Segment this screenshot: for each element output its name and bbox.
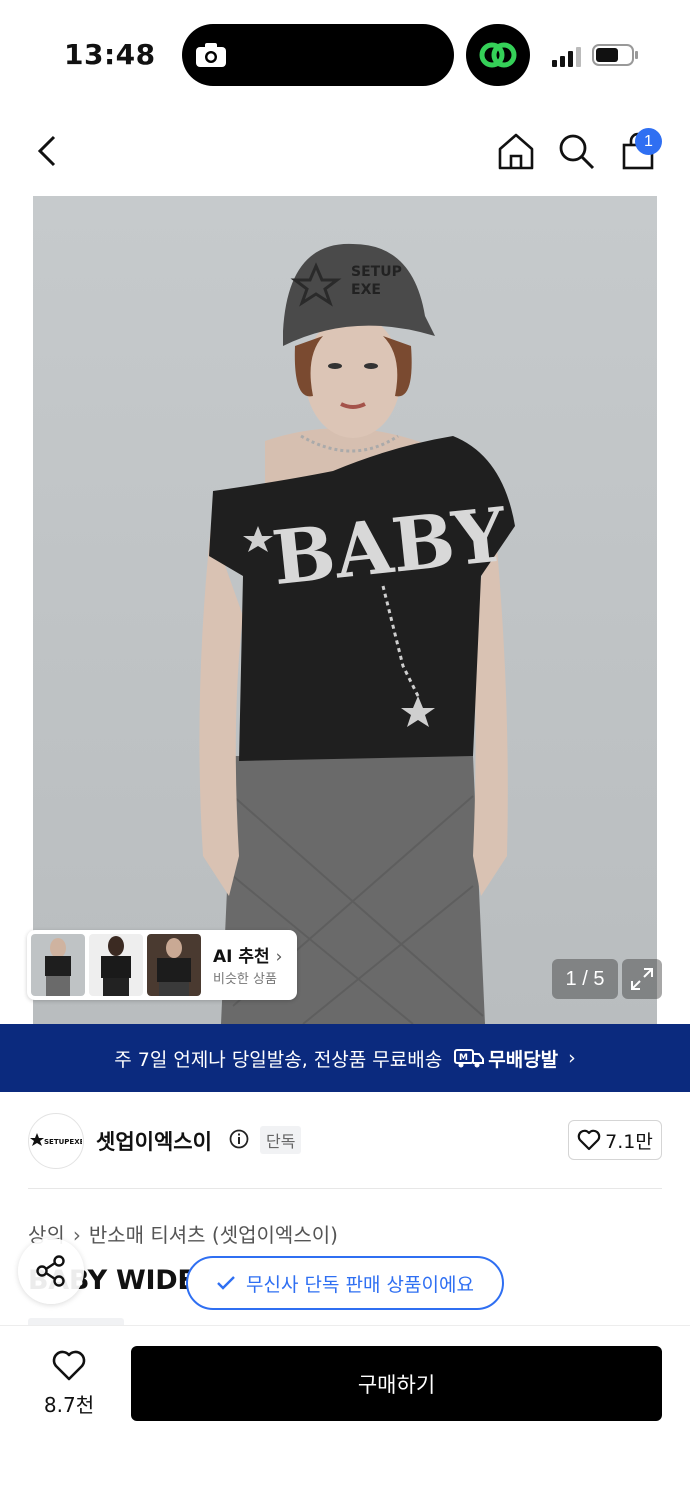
chevron-right-icon: › (275, 947, 283, 967)
search-icon (559, 134, 595, 170)
expand-button[interactable] (622, 959, 662, 999)
breadcrumb-item-2[interactable]: 반소매 티셔츠 (셋업이엑스이) (89, 1223, 338, 1247)
ai-recommend-subtitle: 비슷한 상품 (213, 972, 277, 987)
breadcrumb: 상의 › 반소매 티셔츠 (셋업이엑스이) (28, 1219, 338, 1248)
back-chevron-icon (37, 135, 56, 167)
chevron-right-icon: › (568, 1047, 576, 1069)
thumbnail-1[interactable] (31, 934, 85, 996)
check-icon (217, 1276, 235, 1290)
svg-text:M: M (459, 1053, 468, 1063)
exclusive-sale-text: 무신사 단독 판매 상품이에요 (246, 1273, 474, 1296)
exclusive-badge: 단독 (260, 1126, 302, 1154)
share-button[interactable] (18, 1238, 84, 1304)
shipping-banner[interactable]: 주 7일 언제나 당일발송, 전상품 무료배송 M 무배당발 › (0, 1024, 690, 1092)
banner-text: 주 7일 언제나 당일발송, 전상품 무료배송 (114, 1048, 443, 1071)
thumbnail-3[interactable] (147, 934, 201, 996)
cart-count-badge: 1 (635, 128, 662, 155)
expand-icon (631, 968, 653, 990)
brand-logo-mark: SETUPEXE (30, 1133, 82, 1146)
chevron-right-icon: › (72, 1223, 81, 1247)
svg-text:SETUP: SETUP (351, 264, 402, 280)
heart-icon (52, 1350, 86, 1381)
cellular-signal-icon (552, 47, 581, 67)
delivery-logo-text: 무배당발 (488, 1048, 559, 1071)
home-icon (498, 133, 534, 170)
heart-icon (577, 1129, 601, 1151)
delivery-logo: M 무배당발 (454, 1045, 558, 1072)
app-indicator (466, 24, 530, 86)
camera-icon (196, 43, 226, 67)
search-button[interactable] (552, 127, 600, 175)
svg-text:EXE: EXE (351, 282, 381, 298)
svg-text:SETUPEXE: SETUPEXE (44, 1138, 82, 1146)
brand-like-button[interactable]: 7.1만 (568, 1120, 662, 1160)
image-counter: 1 / 5 (552, 959, 618, 999)
buy-button[interactable]: 구매하기 (131, 1346, 662, 1421)
home-button[interactable] (492, 127, 540, 175)
share-icon (36, 1255, 65, 1287)
brand-logo[interactable]: SETUPEXE (28, 1113, 84, 1169)
ai-recommend-title[interactable]: AI 추천 › (213, 942, 282, 967)
info-icon[interactable] (229, 1129, 249, 1149)
wishlist-count: 8.7천 (43, 1393, 95, 1417)
link-app-icon (479, 42, 517, 68)
thumbnail-2[interactable] (89, 934, 143, 996)
back-button[interactable] (24, 127, 72, 175)
divider (28, 1188, 662, 1189)
battery-icon (592, 44, 638, 66)
brand-like-count: 7.1만 (605, 1130, 653, 1153)
status-time: 13:48 (64, 38, 156, 71)
product-model-photo: BABY SETUP EXE (33, 196, 657, 1024)
product-image[interactable]: BABY SETUP EXE (33, 196, 657, 1024)
delivery-truck-icon: M (454, 1049, 485, 1068)
exclusive-sale-tooltip: 무신사 단독 판매 상품이에요 (186, 1256, 504, 1310)
brand-name[interactable]: 셋업이엑스이 (96, 1126, 212, 1156)
